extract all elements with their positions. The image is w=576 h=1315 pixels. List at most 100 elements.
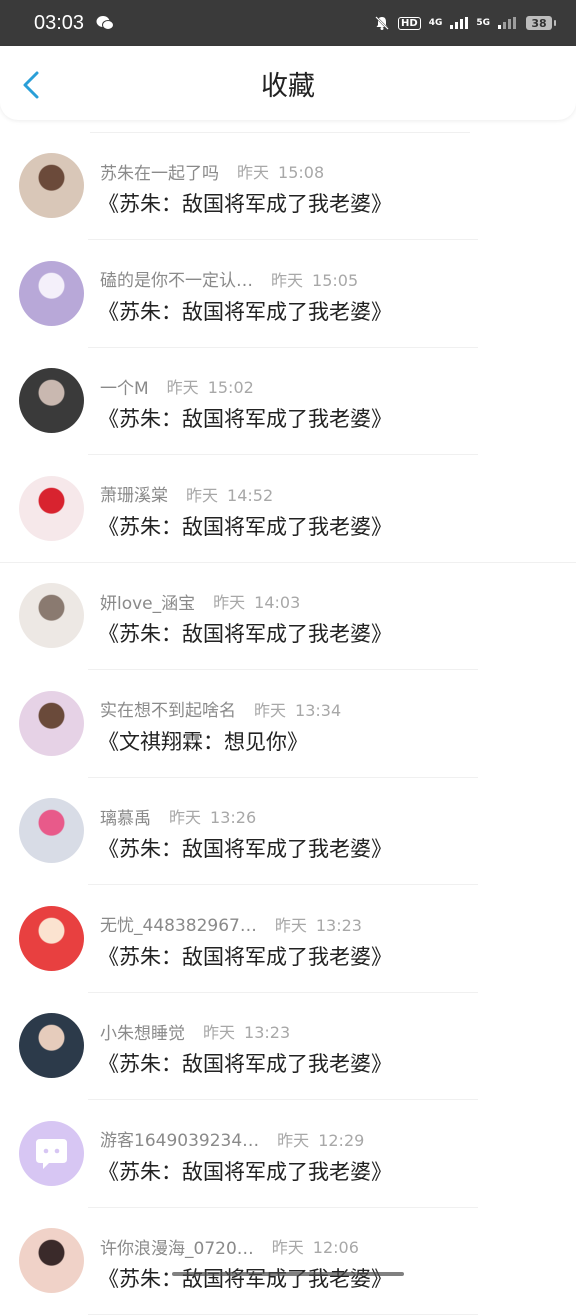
timestamp-date: 昨天 [237,163,270,182]
avatar[interactable] [19,1120,84,1186]
home-indicator[interactable] [172,1272,404,1276]
timestamp: 昨天 15:08 [237,159,324,183]
timestamp-date: 昨天 [169,808,202,827]
page-title: 收藏 [261,70,315,102]
list-item[interactable]: 一个M 昨天 15:02 《苏朱：敌国将军成了我老婆》 [0,347,576,455]
timestamp-time: 13:34 [295,700,342,720]
list-item[interactable]: 璃慕禹 昨天 13:26 《苏朱：敌国将军成了我老婆》 [0,777,576,885]
timestamp-time: 15:05 [312,270,359,290]
username[interactable]: 无忧_448382967… [100,911,257,936]
work-title[interactable]: 《苏朱：敌国将军成了我老婆》 [98,1156,392,1186]
item-meta: 苏朱在一起了吗 昨天 15:08 [100,159,324,184]
chevron-left-icon [23,71,39,99]
avatar[interactable] [19,475,84,541]
avatar[interactable] [19,153,84,218]
avatar[interactable] [19,1013,84,1078]
timestamp: 昨天 12:29 [277,1127,364,1151]
list-item[interactable]: 妍love_涵宝 昨天 14:03 《苏朱：敌国将军成了我老婆》 [0,562,576,670]
chat-bubble-icon [36,1138,67,1169]
timestamp-time: 13:23 [244,1023,291,1042]
timestamp-date: 昨天 [213,593,246,612]
item-meta: 许你浪漫海_0720… 昨天 12:06 [100,1234,359,1259]
timestamp-time: 13:26 [210,808,257,827]
avatar[interactable] [19,798,84,863]
work-title[interactable]: 《苏朱：敌国将军成了我老婆》 [98,1048,392,1078]
network-5g-label: 5G [476,18,490,28]
list-item[interactable]: 许你浪漫海_0720… 昨天 12:06 《苏朱：敌国将军成了我老婆》 [0,1207,576,1315]
timestamp-date: 昨天 [254,700,287,720]
username[interactable]: 游客1649039234… [100,1126,259,1151]
network-4g-label: 4G [428,18,443,28]
timestamp: 昨天 13:26 [169,804,256,828]
username[interactable]: 萧珊溪棠 [100,481,168,506]
work-title[interactable]: 《苏朱：敌国将军成了我老婆》 [98,941,392,971]
timestamp-time: 15:08 [278,163,325,182]
list-item[interactable]: 游客1649039234… 昨天 12:29 《苏朱：敌国将军成了我老婆》 [0,1100,576,1208]
item-meta: 实在想不到起啥名 昨天 13:34 [100,696,341,722]
username[interactable]: 实在想不到起啥名 [100,696,236,721]
username[interactable]: 小朱想睡觉 [100,1019,185,1044]
work-title[interactable]: 《苏朱：敌国将军成了我老婆》 [98,296,392,326]
timestamp-time: 12:06 [312,1238,359,1257]
avatar[interactable] [19,368,84,433]
item-meta: 游客1649039234… 昨天 12:29 [100,1126,364,1152]
status-icons: HD 4G 5G 38 [374,15,556,31]
username[interactable]: 苏朱在一起了吗 [100,159,219,184]
list-item[interactable]: 实在想不到起啥名 昨天 13:34 《文祺翔霖：想见你》 [0,670,576,778]
timestamp-time: 12:29 [318,1130,365,1150]
item-meta: 小朱想睡觉 昨天 13:23 [100,1019,290,1044]
timestamp: 昨天 14:03 [213,589,300,613]
avatar[interactable] [19,905,84,971]
item-meta: 萧珊溪棠 昨天 14:52 [100,481,273,507]
work-title[interactable]: 《文祺翔霖：想见你》 [98,726,308,756]
item-meta: 无忧_448382967… 昨天 13:23 [100,911,362,937]
username[interactable]: 磕的是你不一定认… [100,266,253,291]
timestamp-time: 15:02 [207,378,254,397]
work-title[interactable]: 《苏朱：敌国将军成了我老婆》 [98,618,392,648]
battery-level: 38 [531,16,547,30]
item-meta: 妍love_涵宝 昨天 14:03 [100,589,300,614]
timestamp-time: 14:03 [254,593,301,612]
list-item[interactable]: 磕的是你不一定认… 昨天 15:05 《苏朱：敌国将军成了我老婆》 [0,240,576,348]
mute-bell-icon [375,16,389,30]
avatar[interactable] [19,583,84,648]
avatar[interactable] [19,1228,84,1293]
timestamp: 昨天 12:06 [272,1234,359,1258]
timestamp-date: 昨天 [271,1238,304,1257]
timestamp: 昨天 13:34 [254,697,341,721]
list-item[interactable]: 苏朱在一起了吗 昨天 15:08 《苏朱：敌国将军成了我老婆》 [0,132,576,240]
work-title[interactable]: 《苏朱：敌国将军成了我老婆》 [98,188,392,218]
timestamp-date: 昨天 [277,1130,310,1150]
timestamp-date: 昨天 [186,485,219,505]
username[interactable]: 许你浪漫海_0720… [100,1234,254,1259]
username[interactable]: 璃慕禹 [100,804,151,829]
work-title[interactable]: 《苏朱：敌国将军成了我老婆》 [98,1263,392,1293]
list-item[interactable]: 萧珊溪棠 昨天 14:52 《苏朱：敌国将军成了我老婆》 [0,455,576,563]
timestamp-date: 昨天 [271,270,304,290]
timestamp-date: 昨天 [166,378,199,397]
hd-badge: HD [398,16,421,30]
header: 收藏 [0,46,576,120]
work-title[interactable]: 《苏朱：敌国将军成了我老婆》 [98,403,392,433]
username[interactable]: 妍love_涵宝 [100,589,195,614]
status-time: 03:03 [34,11,85,34]
username[interactable]: 一个M [100,374,149,399]
work-title[interactable]: 《苏朱：敌国将军成了我老婆》 [98,833,392,863]
list-item[interactable]: 无忧_448382967… 昨天 13:23 《苏朱：敌国将军成了我老婆》 [0,885,576,993]
status-bar: 03:03 HD 4G 5G 38 [0,0,576,46]
work-title[interactable]: 《苏朱：敌国将军成了我老婆》 [98,511,392,541]
timestamp-date: 昨天 [203,1023,236,1042]
avatar[interactable] [19,260,84,326]
back-button[interactable] [16,68,46,102]
item-meta: 一个M 昨天 15:02 [100,374,254,399]
timestamp: 昨天 13:23 [203,1019,290,1043]
battery-icon: 38 [526,16,556,30]
timestamp: 昨天 13:23 [275,912,362,936]
item-meta: 磕的是你不一定认… 昨天 15:05 [100,266,359,292]
list-item[interactable]: 小朱想睡觉 昨天 13:23 《苏朱：敌国将军成了我老婆》 [0,992,576,1100]
signal-icon [450,17,469,29]
timestamp: 昨天 14:52 [186,482,273,506]
timestamp: 昨天 15:02 [167,374,254,398]
avatar[interactable] [19,690,84,756]
wechat-icon [96,16,115,30]
